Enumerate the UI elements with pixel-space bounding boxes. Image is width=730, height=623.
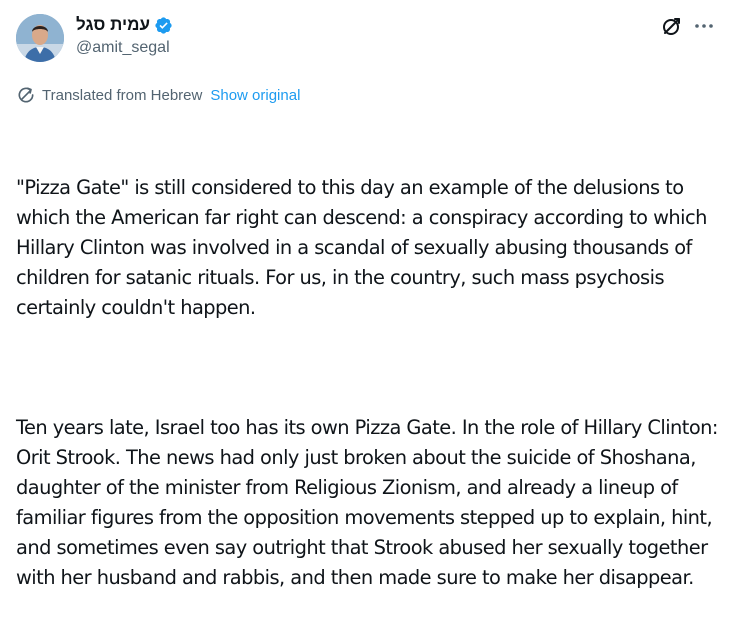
grok-icon[interactable] bbox=[660, 14, 684, 38]
handle[interactable]: @amit_segal bbox=[76, 39, 173, 57]
author-info: עמית סגל @amit_segal bbox=[76, 14, 173, 57]
translate-icon bbox=[16, 85, 36, 105]
display-name-row: עמית סגל bbox=[76, 14, 173, 36]
translation-notice: Translated from Hebrew Show original bbox=[16, 85, 300, 105]
show-original-link[interactable]: Show original bbox=[210, 87, 300, 104]
avatar[interactable] bbox=[16, 14, 64, 62]
tweet-header: עמית סגל @amit_segal bbox=[16, 12, 716, 68]
display-name[interactable]: עמית סגל bbox=[76, 15, 150, 35]
translated-label: Translated from Hebrew bbox=[42, 86, 203, 104]
tweet-paragraph: Ten years late, Israel too has its own P… bbox=[16, 416, 724, 589]
more-icon[interactable] bbox=[692, 14, 716, 38]
verified-badge-icon[interactable] bbox=[154, 16, 173, 35]
tweet-paragraph: "Pizza Gate" is still considered to this… bbox=[16, 176, 713, 319]
tweet-text: "Pizza Gate" is still considered to this… bbox=[16, 113, 728, 623]
